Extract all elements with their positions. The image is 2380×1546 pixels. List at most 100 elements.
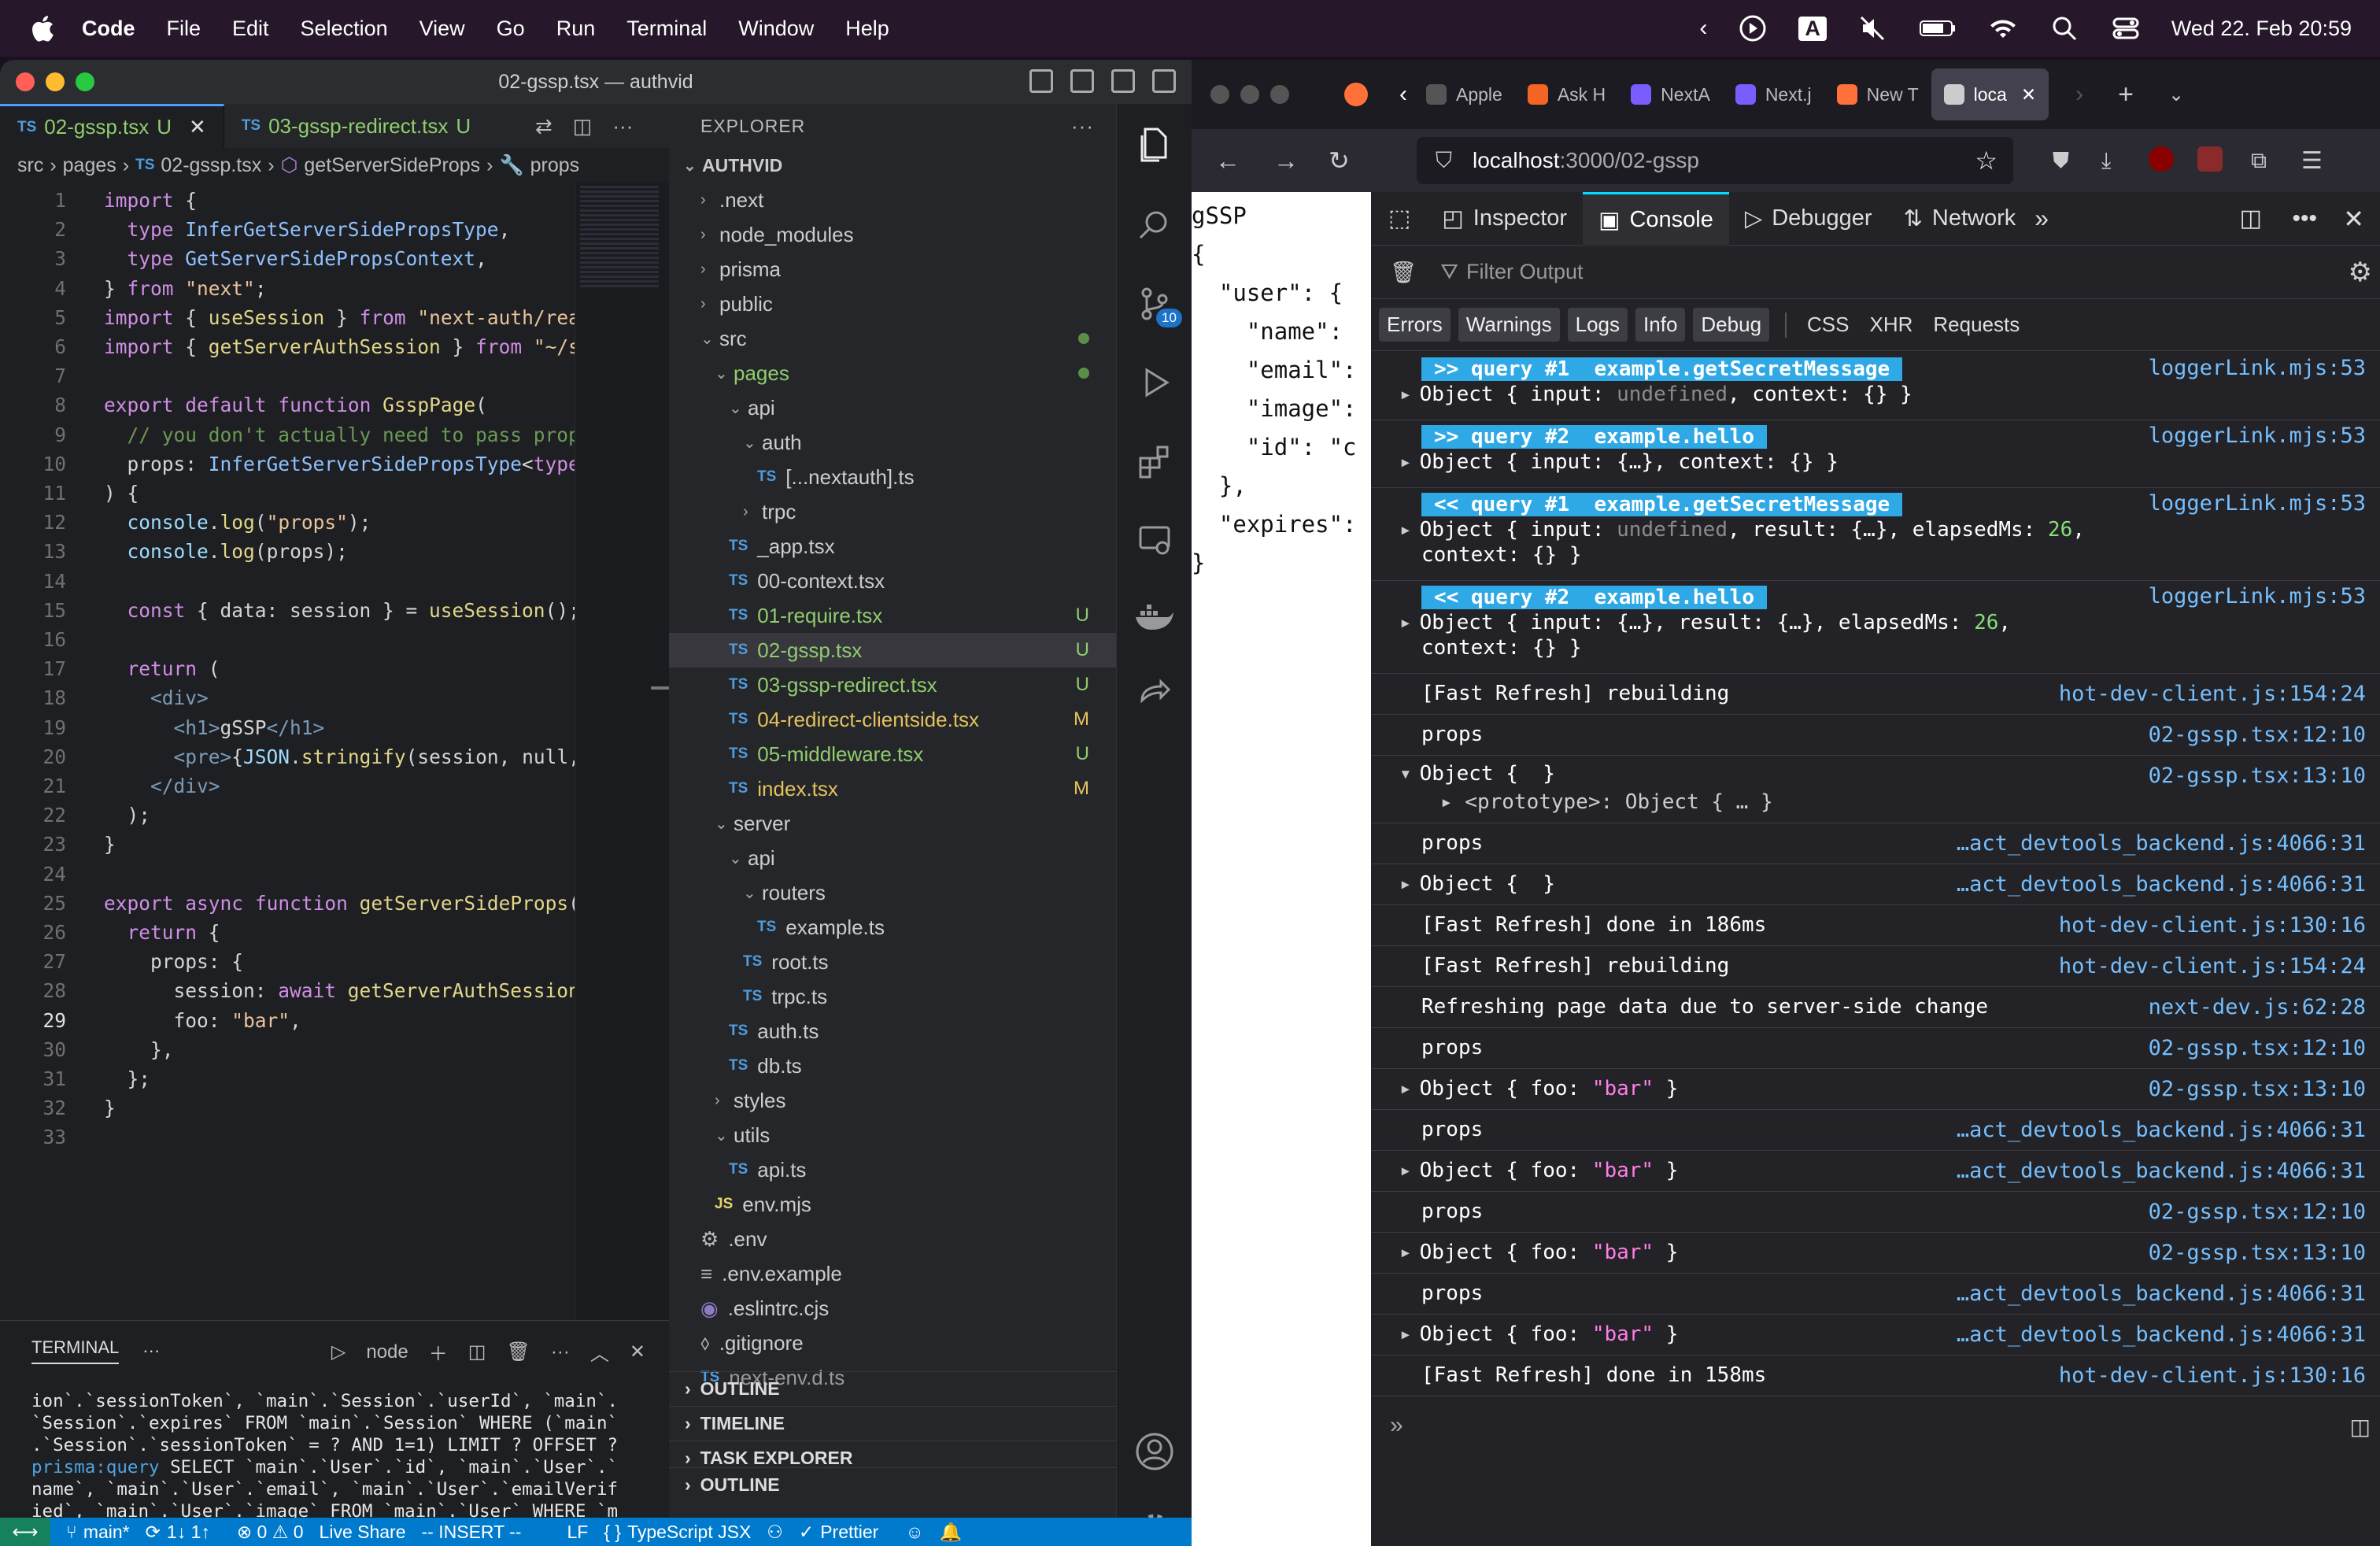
file-03-gssp-redirect-tsx[interactable]: TS 03-gssp-redirect.tsx U (669, 668, 1116, 702)
console-source-link[interactable]: hot-dev-client.js:130:16 (2059, 913, 2366, 938)
extension-icon[interactable] (2197, 146, 2223, 172)
battery-icon[interactable] (1918, 13, 1957, 44)
collapse-triangle-icon[interactable]: ▾ (1399, 762, 1412, 786)
filter-xhr[interactable]: XHR (1870, 313, 1913, 337)
folder-public[interactable]: › public (669, 287, 1116, 321)
firefox-view-icon[interactable] (1344, 83, 1368, 106)
wifi-icon[interactable] (1987, 13, 2019, 44)
filter-css[interactable]: CSS (1807, 313, 1849, 337)
tabs-scroll-left-icon[interactable]: ‹ (1399, 81, 1407, 108)
tab-console[interactable]: ▣ Console (1583, 191, 1729, 246)
close-devtools-icon[interactable]: ✕ (2343, 204, 2364, 234)
menu-app-name[interactable]: Code (82, 17, 135, 41)
console-source-link[interactable]: 02-gssp.tsx:12:10 (2149, 1036, 2366, 1060)
live-share-status[interactable]: Live Share (320, 1522, 406, 1543)
console-message[interactable]: ▸ Object { foo: "bar" } …act_devtools_back… (1371, 1315, 2380, 1356)
console-source-link[interactable]: loggerLink.mjs:53 (2149, 584, 2366, 608)
console-message[interactable]: << query #2 example.hello ▸ Object { input… (1371, 581, 2380, 674)
folder-auth[interactable]: ⌄ auth (669, 425, 1116, 460)
bookmark-star-icon[interactable]: ☆ (1975, 146, 1998, 176)
console-source-link[interactable]: …act_devtools_backend.js:4066:31 (1957, 831, 2366, 856)
new-terminal-icon[interactable]: ＋ (429, 1338, 448, 1366)
breadcrumb-item[interactable]: pages (63, 154, 116, 177)
console-settings-gear-icon[interactable]: ⚙ (2349, 257, 2372, 288)
console-message[interactable]: props 02-gssp.tsx:12:10 (1371, 1028, 2380, 1069)
code-editor[interactable]: 1 import {2 type InferGetServerSidePropsT… (0, 183, 575, 1320)
bell-icon[interactable]: 🔔 (940, 1522, 963, 1543)
folder-routers[interactable]: ⌄ routers (669, 875, 1116, 910)
breadcrumb-item[interactable]: props (530, 154, 580, 177)
menu-window[interactable]: Window (738, 17, 814, 41)
console-message[interactable]: ▾ Object { } ▸ <prototype>: Object { … } 02… (1371, 756, 2380, 823)
folder-utils[interactable]: ⌄ utils (669, 1118, 1116, 1152)
more-options-icon[interactable]: ••• (2292, 205, 2317, 232)
file-index-tsx[interactable]: TS index.tsx M (669, 771, 1116, 806)
folder-api[interactable]: ⌄ api (669, 841, 1116, 875)
folder-src[interactable]: ⌄ src (669, 321, 1116, 356)
expand-triangle-icon[interactable]: ▸ (1399, 1159, 1412, 1182)
dock-toggle-icon[interactable]: ◫ (2240, 205, 2262, 232)
close-icon[interactable]: ✕ (189, 115, 206, 139)
menu-go[interactable]: Go (497, 17, 525, 41)
feedback-icon[interactable]: ☺ (905, 1522, 923, 1543)
console-source-link[interactable]: loggerLink.mjs:53 (2149, 356, 2366, 380)
trash-icon[interactable]: 🗑 (506, 1341, 530, 1363)
folder-prisma[interactable]: › prisma (669, 252, 1116, 287)
tab-debugger[interactable]: ▷ Debugger (1729, 192, 1888, 246)
tabs-scroll-right-icon[interactable]: › (2075, 81, 2083, 108)
console-message[interactable]: >> query #1 example.getSecretMessage ▸ Obj… (1371, 353, 2380, 420)
console-message[interactable]: << query #1 example.getSecretMessage ▸ Obj… (1371, 488, 2380, 581)
extensions-icon[interactable] (1136, 442, 1173, 480)
list-all-tabs-icon[interactable]: ⌄ (2168, 83, 2184, 106)
console-message[interactable]: props 02-gssp.tsx:12:10 (1371, 715, 2380, 756)
console-message[interactable]: props …act_devtools_backend.js:4066:31 (1371, 1110, 2380, 1151)
console-source-link[interactable]: loggerLink.mjs:53 (2149, 423, 2366, 448)
hamburger-menu-icon[interactable]: ☰ (2301, 147, 2323, 175)
browser-tab[interactable]: Ask H (1515, 68, 1618, 120)
tab-network[interactable]: ⇅ Network (1888, 192, 2032, 246)
url-bar[interactable]: ⛉ localhost:3000/02-gssp ☆ (1417, 137, 2013, 184)
menu-terminal[interactable]: Terminal (626, 17, 707, 41)
browser-tab[interactable]: NextA (1618, 68, 1723, 120)
console-message[interactable]: [Fast Refresh] done in 158ms hot-dev-clie… (1371, 1356, 2380, 1396)
file-db-ts[interactable]: TS db.ts (669, 1049, 1116, 1083)
file-gitignore[interactable]: ⬨ .gitignore (669, 1326, 1116, 1360)
pocket-icon[interactable]: ⛊ (2053, 148, 2069, 174)
console-source-link[interactable]: …act_devtools_backend.js:4066:31 (1957, 1282, 2366, 1306)
search-icon[interactable] (1136, 206, 1173, 244)
console-message[interactable]: ▸ Object { foo: "bar" } 02-gssp.tsx:13:10 (1371, 1069, 2380, 1110)
file-01-require-tsx[interactable]: TS 01-require.tsx U (669, 598, 1116, 633)
customize-layout-icon[interactable] (1152, 69, 1176, 93)
remote-indicator-icon[interactable]: ⟷ (0, 1518, 50, 1546)
folder-styles[interactable]: › styles (669, 1083, 1116, 1118)
editor-mode-icon[interactable]: ◫ (2350, 1414, 2371, 1440)
console-source-link[interactable]: hot-dev-client.js:130:16 (2059, 1363, 2366, 1388)
explorer-root[interactable]: ⌄ AUTHVID (669, 148, 1116, 183)
browser-tab[interactable]: loca ✕ (1931, 68, 2049, 120)
folder-api[interactable]: ⌄ api (669, 390, 1116, 425)
control-center-icon[interactable] (2110, 13, 2142, 44)
console-message[interactable]: >> query #2 example.hello ▸ Object { input… (1371, 420, 2380, 488)
toggle-panel-icon[interactable] (1070, 69, 1094, 93)
folder-node-modules[interactable]: › node_modules (669, 217, 1116, 252)
maximize-panel-icon[interactable]: ︿ (590, 1338, 609, 1366)
console-source-link[interactable]: …act_devtools_backend.js:4066:31 (1957, 1322, 2366, 1347)
menu-file[interactable]: File (167, 17, 201, 41)
menu-run[interactable]: Run (556, 17, 596, 41)
console-message[interactable]: [Fast Refresh] rebuilding hot-dev-client.… (1371, 946, 2380, 987)
expand-triangle-icon[interactable]: ▸ (1399, 518, 1412, 542)
remote-explorer-icon[interactable] (1136, 521, 1173, 559)
console-source-link[interactable]: 02-gssp.tsx:13:10 (2149, 764, 2366, 788)
file-02-gssp-tsx[interactable]: TS 02-gssp.tsx U (669, 633, 1116, 668)
breadcrumb-item[interactable]: getServerSideProps (304, 154, 480, 177)
browser-tab[interactable]: Apple (1414, 68, 1515, 120)
more-actions-icon[interactable]: ··· (612, 114, 633, 139)
open-changes-icon[interactable]: ⇄ (535, 114, 552, 139)
file-trpc-ts[interactable]: TS trpc.ts (669, 979, 1116, 1014)
file-example-ts[interactable]: TS example.ts (669, 910, 1116, 945)
menu-selection[interactable]: Selection (301, 17, 388, 41)
console-source-link[interactable]: 02-gssp.tsx:12:10 (2149, 723, 2366, 747)
expand-triangle-icon[interactable]: ▸ (1399, 450, 1412, 474)
folder-trpc[interactable]: › trpc (669, 494, 1116, 529)
filter-logs[interactable]: Logs (1567, 308, 1628, 342)
